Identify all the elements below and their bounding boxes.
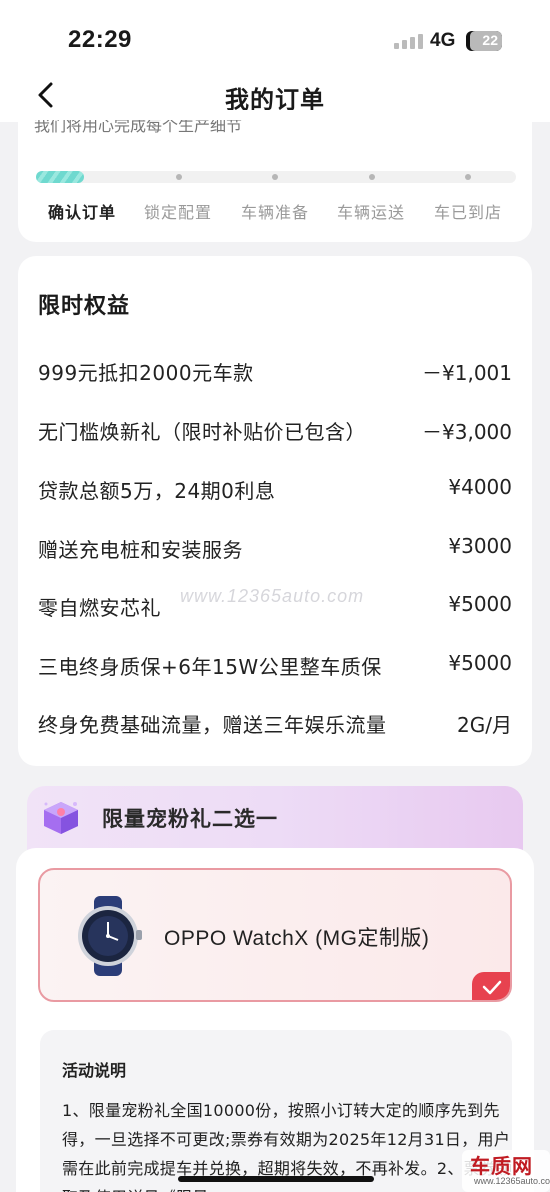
watermark: www.12365auto.com [180,586,365,606]
benefit-value: ¥5000 [448,592,512,616]
benefit-value: ¥3000 [448,534,512,558]
benefit-value: ¥5000 [448,651,512,675]
selected-check-icon [472,972,510,1000]
signal-icon [394,33,424,49]
benefit-label: 三电终身质保+6年15W公里整车质保 [38,655,382,679]
benefit-label: 贷款总额5万，24期0利息 [38,479,276,503]
progress-dot [272,174,278,180]
battery-icon: 22 [466,31,502,51]
gift-option-watch[interactable]: OPPO WatchX (MG定制版) [38,868,512,1002]
benefit-value: ¥4000 [448,475,512,499]
benefit-label: 零自燃安芯礼 [38,596,161,620]
step-vehicle-prep: 车辆准备 [241,203,310,222]
step-arrived: 车已到店 [434,203,503,222]
gift-box-icon [44,802,78,834]
progress-dot [465,174,471,180]
progress-fill [36,171,84,183]
status-time: 22:29 [68,26,132,53]
gift-option-label: OPPO WatchX (MG定制版) [164,927,430,950]
status-bar: 22:29 4G 22 [0,0,550,70]
benefit-label: 终身免费基础流量，赠送三年娱乐流量 [38,713,387,737]
step-confirm-order: 确认订单 [48,203,117,222]
gift-title: 限量宠粉礼二选一 [102,807,278,831]
corner-logo: 车质网 [470,1154,533,1178]
benefit-value: 2G/月 [457,713,512,737]
progress-track [36,171,516,183]
activity-description-title: 活动说明 [62,1061,127,1080]
step-vehicle-shipping: 车辆运送 [337,203,406,222]
benefit-value: －¥3,000 [422,420,512,444]
benefit-label: 无门槛焕新礼（限时补贴价已包含） [38,420,366,444]
benefits-title: 限时权益 [38,294,131,319]
progress-dot [176,174,182,180]
benefit-label: 999元抵扣2000元车款 [38,361,254,385]
benefit-value: －¥1,001 [422,361,512,385]
step-lock-config: 锁定配置 [144,203,213,222]
progress-dot [369,174,375,180]
network-type: 4G [430,30,456,51]
benefit-label: 赠送充电桩和安装服务 [38,538,243,562]
battery-level: 22 [482,32,498,48]
corner-logo-url: www.12365auto.com [474,1176,550,1186]
home-indicator[interactable] [178,1176,374,1182]
benefits-card [18,256,532,766]
smartwatch-icon [78,896,142,976]
